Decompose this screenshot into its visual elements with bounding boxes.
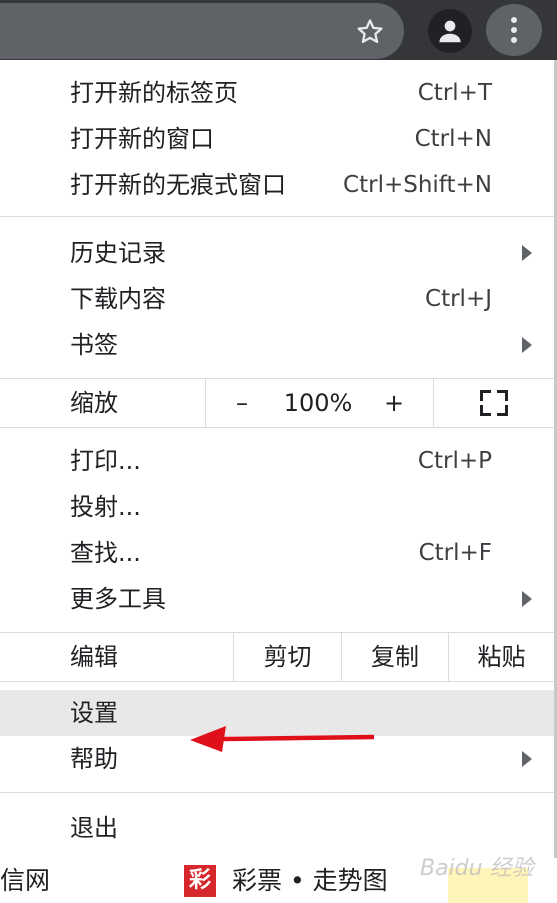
edit-label: 编辑	[70, 643, 118, 671]
browser-toolbar	[0, 0, 557, 60]
menu-item-shortcut: Ctrl+T	[417, 80, 492, 106]
menu-item-label: 下载内容	[70, 285, 166, 313]
zoom-label: 缩放	[70, 389, 118, 417]
menu-item-new-incognito[interactable]: 打开新的无痕式窗口 Ctrl+Shift+N	[0, 162, 554, 208]
edit-row: 编辑 剪切 复制 粘贴	[0, 633, 554, 681]
menu-item-shortcut: Ctrl+F	[418, 540, 492, 566]
menu-divider	[0, 681, 554, 682]
menu-item-bookmarks[interactable]: 书签	[0, 322, 554, 368]
menu-item-label: 投射...	[70, 493, 141, 521]
annotation-arrow-icon	[190, 726, 375, 752]
address-bar[interactable]	[0, 3, 404, 59]
menu-item-label: 打开新的标签页	[70, 79, 238, 107]
menu-item-history[interactable]: 历史记录	[0, 230, 554, 276]
lottery-link[interactable]: 彩票 • 走势图	[232, 864, 388, 898]
menu-divider	[0, 792, 554, 793]
menu-divider	[0, 427, 554, 428]
fullscreen-button[interactable]	[480, 390, 508, 416]
submenu-arrow-icon	[522, 337, 532, 353]
menu-item-label: 书签	[70, 331, 118, 359]
menu-item-label: 历史记录	[70, 239, 166, 267]
menu-item-label: 设置	[70, 699, 118, 727]
more-vert-icon	[511, 17, 517, 43]
menu-item-label: 打开新的窗口	[70, 125, 214, 153]
menu-item-downloads[interactable]: 下载内容 Ctrl+J	[0, 276, 554, 322]
bookmark-star-button[interactable]	[350, 14, 390, 50]
zoom-out-button[interactable]: –	[222, 379, 262, 427]
menu-item-cast[interactable]: 投射...	[0, 484, 554, 530]
zoom-row: 缩放 – 100% +	[0, 379, 554, 427]
star-icon	[357, 19, 383, 43]
menu-item-label: 查找...	[70, 539, 141, 567]
menu-item-label: 打印...	[70, 447, 141, 475]
zoom-level: 100%	[283, 389, 353, 417]
menu-item-shortcut: Ctrl+J	[425, 286, 492, 312]
menu-item-more-tools[interactable]: 更多工具	[0, 576, 554, 622]
menu-item-print[interactable]: 打印... Ctrl+P	[0, 438, 554, 484]
submenu-arrow-icon	[522, 591, 532, 607]
menu-item-label: 退出	[70, 814, 118, 842]
lottery-badge-icon: 彩	[184, 865, 216, 897]
cut-button[interactable]: 剪切	[234, 633, 341, 681]
copy-button[interactable]: 复制	[342, 633, 448, 681]
menu-item-shortcut: Ctrl+N	[414, 126, 492, 152]
menu-item-new-tab[interactable]: 打开新的标签页 Ctrl+T	[0, 70, 554, 116]
menu-item-label: 帮助	[70, 745, 118, 773]
submenu-arrow-icon	[522, 751, 532, 767]
zoom-divider	[205, 379, 206, 427]
zoom-in-button[interactable]: +	[374, 379, 414, 427]
menu-item-shortcut: Ctrl+P	[417, 448, 492, 474]
menu-item-new-window[interactable]: 打开新的窗口 Ctrl+N	[0, 116, 554, 162]
profile-button[interactable]	[428, 9, 472, 53]
menu-item-shortcut: Ctrl+Shift+N	[343, 172, 492, 198]
watermark-logo: Baidu 经验	[420, 856, 534, 881]
paste-button[interactable]: 粘贴	[449, 633, 554, 681]
page-content-strip: 信网 彩 彩票 • 走势图 Baidu 经验	[0, 856, 557, 903]
submenu-arrow-icon	[522, 245, 532, 261]
person-icon	[439, 20, 461, 43]
page-link-text[interactable]: 信网	[0, 864, 50, 898]
menu-button[interactable]	[486, 4, 542, 56]
menu-item-find[interactable]: 查找... Ctrl+F	[0, 530, 554, 576]
zoom-divider	[433, 379, 434, 427]
menu-item-label: 更多工具	[70, 585, 166, 613]
menu-item-label: 打开新的无痕式窗口	[70, 171, 286, 199]
menu-divider	[0, 216, 554, 217]
menu-item-exit[interactable]: 退出	[0, 805, 554, 851]
